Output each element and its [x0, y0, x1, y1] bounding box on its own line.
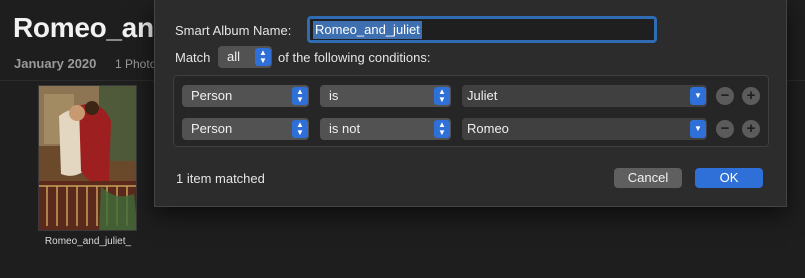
match-mode-popup[interactable]: all ▲ ▼: [218, 46, 272, 68]
cancel-button[interactable]: Cancel: [614, 168, 682, 188]
ok-button[interactable]: OK: [695, 168, 763, 188]
up-down-chevron-icon: ▲ ▼: [434, 120, 450, 138]
plus-icon: +: [746, 120, 756, 137]
minus-icon: −: [720, 87, 730, 104]
plus-icon: +: [746, 87, 756, 104]
rule-1-operator-popup[interactable]: is ▲ ▼: [320, 85, 451, 107]
conditions-list: Person ▲ ▼ is ▲ ▼ Juliet ▼ − + Person ▲ ▼ i…: [173, 75, 769, 147]
rule-2-operator: is not: [329, 121, 361, 136]
up-down-chevron-icon: ▲ ▼: [292, 87, 308, 105]
minus-icon: −: [720, 120, 730, 137]
chevron-down-icon[interactable]: ▼: [690, 120, 706, 138]
match-label: Match: [175, 50, 211, 65]
add-rule-1-button[interactable]: +: [742, 87, 760, 105]
rule-2-field-popup[interactable]: Person ▲ ▼: [182, 118, 309, 140]
rule-2-value-combo[interactable]: Romeo ▼: [462, 118, 707, 140]
up-down-chevron-icon: ▲ ▼: [292, 120, 308, 138]
album-title: Romeo_and: [13, 12, 171, 43]
chevron-down-icon[interactable]: ▼: [690, 87, 706, 105]
up-down-chevron-icon: ▲ ▼: [434, 87, 450, 105]
rule-1-value-combo[interactable]: Juliet ▼: [462, 85, 707, 107]
rule-2-operator-popup[interactable]: is not ▲ ▼: [320, 118, 451, 140]
name-label: Smart Album Name:: [175, 23, 292, 38]
album-name-input[interactable]: Romeo_and_juliet: [307, 16, 657, 43]
rule-1-value: Juliet: [467, 88, 498, 103]
up-down-chevron-icon: ▲ ▼: [255, 48, 271, 66]
thumbnail-caption: Romeo_and_juliet_: [44, 236, 132, 247]
rule-2-field: Person: [191, 121, 233, 136]
date-heading: January 2020: [14, 56, 97, 71]
photo-thumbnail[interactable]: [38, 85, 137, 231]
photo-count: 1 Photo: [115, 57, 157, 71]
remove-rule-1-button[interactable]: −: [716, 87, 734, 105]
painting-image: [39, 86, 136, 230]
rule-1-field-popup[interactable]: Person ▲ ▼: [182, 85, 309, 107]
add-rule-2-button[interactable]: +: [742, 120, 760, 138]
rule-1-operator: is: [329, 88, 339, 103]
match-suffix: of the following conditions:: [278, 50, 431, 65]
smart-album-dialog: Smart Album Name: Romeo_and_juliet Match…: [154, 0, 787, 207]
matched-count: 1 item matched: [176, 171, 265, 186]
match-mode-value: all: [227, 49, 241, 64]
remove-rule-2-button[interactable]: −: [716, 120, 734, 138]
rule-2-value: Romeo: [467, 121, 509, 136]
album-name-value: Romeo_and_juliet: [313, 21, 422, 39]
rule-1-field: Person: [191, 88, 233, 103]
